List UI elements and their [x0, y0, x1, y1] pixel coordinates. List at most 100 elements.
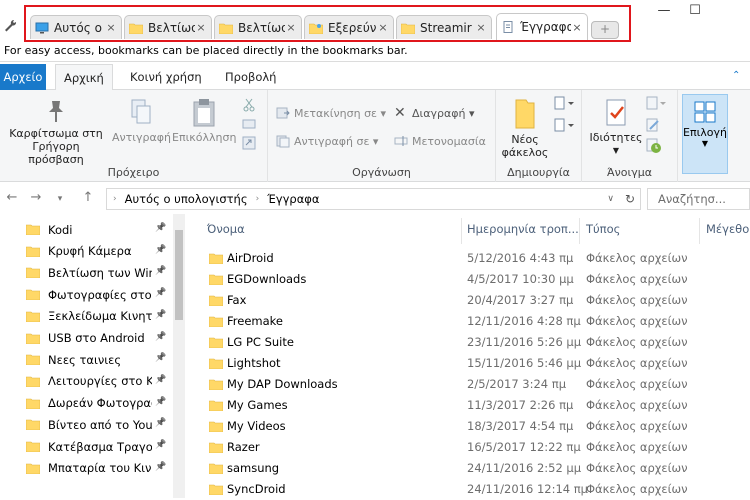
copy-button[interactable]: Αντιγραφή: [112, 98, 171, 144]
copy-path-icon[interactable]: [242, 118, 256, 130]
file-row[interactable]: Fax 20/4/2017 3:27 πμ Φάκελος αρχείων: [185, 290, 750, 311]
recent-chevron-down-icon[interactable]: ▾: [52, 194, 68, 204]
pin-icon[interactable]: 📌: [155, 353, 166, 363]
back-arrow-icon[interactable]: ←: [4, 190, 20, 205]
column-size[interactable]: Μέγεθο: [706, 222, 749, 236]
column-name[interactable]: Όνομα: [207, 222, 245, 236]
tab-folder-1[interactable]: Βελτίωσ ×: [124, 15, 212, 39]
close-icon[interactable]: ×: [195, 21, 207, 34]
pin-icon[interactable]: 📌: [155, 245, 166, 255]
tab-folder-2[interactable]: Βελτίωσ ×: [214, 15, 302, 39]
nav-scrollbar[interactable]: [173, 214, 185, 498]
scissors-icon[interactable]: [242, 98, 256, 112]
history-icon[interactable]: [646, 138, 662, 154]
file-type: Φάκελος αρχείων: [586, 398, 688, 412]
close-icon[interactable]: ×: [571, 21, 583, 34]
pin-icon[interactable]: 📌: [155, 332, 166, 342]
up-arrow-icon[interactable]: ↑: [80, 190, 96, 205]
nav-item[interactable]: Μπαταρία του Κινη: [26, 458, 166, 479]
pin-to-quick-access-button[interactable]: Καρφίτσωμα στη Γρήγορη πρόσβαση: [4, 98, 108, 166]
file-name: My Games: [227, 398, 288, 412]
copy-to-button[interactable]: Αντιγραφή σε ▾: [276, 134, 378, 148]
paste-label: Επικόλληση: [172, 131, 237, 144]
nav-item[interactable]: Δωρεάν Φωτογραφ: [26, 393, 166, 414]
maximize-button[interactable]: ☐: [672, 0, 718, 24]
pin-icon[interactable]: 📌: [155, 418, 166, 428]
tab-view[interactable]: Προβολή: [217, 64, 284, 90]
nav-item[interactable]: Λειτουργίες στο Κιν: [26, 371, 166, 392]
tab-share[interactable]: Κοινή χρήση: [122, 64, 210, 90]
file-row[interactable]: AirDroid 5/12/2016 4:43 πμ Φάκελος αρχείων: [185, 248, 750, 269]
file-row[interactable]: Freemake 12/11/2016 4:28 πμ Φάκελος αρχείω…: [185, 311, 750, 332]
rename-button[interactable]: Μετονομασία: [394, 134, 486, 148]
tab-home[interactable]: Αρχική: [55, 64, 113, 91]
paste-button[interactable]: Επικόλληση: [172, 98, 236, 144]
new-tab-button[interactable]: +: [591, 21, 619, 39]
column-divider[interactable]: [579, 218, 580, 244]
paste-shortcut-icon[interactable]: [242, 136, 256, 150]
pin-icon[interactable]: 📌: [155, 310, 166, 320]
file-row[interactable]: Razer 16/5/2017 12:22 πμ Φάκελος αρχείων: [185, 437, 750, 458]
column-type[interactable]: Τύπος: [586, 222, 620, 236]
nav-item[interactable]: Κρυφή Κάμερα: [26, 241, 166, 262]
tab-this-pc[interactable]: Αυτός ο ×: [30, 15, 122, 39]
folder-icon: [26, 289, 40, 301]
new-folder-button[interactable]: Νέος φάκελος: [500, 98, 550, 159]
scrollbar-thumb[interactable]: [175, 230, 183, 320]
column-divider[interactable]: [461, 218, 462, 244]
column-divider[interactable]: [699, 218, 700, 244]
close-icon[interactable]: ×: [377, 21, 389, 34]
nav-item[interactable]: Φωτογραφίες στο: [26, 284, 166, 305]
nav-item[interactable]: Ξεκλείδωμα Κινητο: [26, 306, 166, 327]
file-row[interactable]: My DAP Downloads 2/5/2017 3:24 πμ Φάκελος …: [185, 374, 750, 395]
open-icon[interactable]: [646, 96, 668, 110]
path-box[interactable]: › Αυτός ο υπολογιστής › Έγγραφα ∨ ↻: [106, 188, 641, 210]
refresh-icon[interactable]: ↻: [625, 192, 635, 206]
file-row[interactable]: samsung 24/11/2016 2:52 μμ Φάκελος αρχείων: [185, 458, 750, 479]
nav-item[interactable]: Νεες ταινιες: [26, 349, 166, 370]
tab-file[interactable]: Αρχείο: [0, 64, 46, 90]
pin-icon[interactable]: 📌: [155, 462, 166, 472]
close-icon[interactable]: ×: [105, 21, 117, 34]
file-type: Φάκελος αρχείων: [586, 377, 688, 391]
file-row[interactable]: My Games 11/3/2017 2:26 πμ Φάκελος αρχείων: [185, 395, 750, 416]
close-icon[interactable]: ×: [285, 21, 297, 34]
properties-button[interactable]: Ιδιότητες ▼: [588, 98, 644, 157]
forward-arrow-icon[interactable]: →: [28, 190, 44, 205]
column-date[interactable]: Ημερομηνία τροπ...: [467, 222, 579, 236]
nav-item[interactable]: Kodi: [26, 219, 166, 240]
search-input[interactable]: Αναζήτησ...: [647, 188, 750, 210]
tab-documents[interactable]: Έγγραφα ×: [496, 13, 588, 40]
close-icon[interactable]: ×: [475, 21, 487, 34]
nav-item[interactable]: USB στο Android: [26, 328, 166, 349]
pin-icon[interactable]: 📌: [155, 397, 166, 407]
file-row[interactable]: Lightshot 15/11/2016 5:46 μμ Φάκελος αρχεί…: [185, 353, 750, 374]
file-row[interactable]: SyncDroid 24/11/2016 12:14 πμ Φάκελος αρχε…: [185, 479, 750, 500]
file-row[interactable]: LG PC Suite 23/11/2016 5:26 μμ Φάκελος αρχ…: [185, 332, 750, 353]
chevron-down-icon[interactable]: ∨: [607, 194, 614, 204]
file-row[interactable]: My Videos 18/3/2017 4:54 πμ Φάκελος αρχείω…: [185, 416, 750, 437]
delete-button[interactable]: ✕ Διαγραφή ▾: [394, 106, 475, 120]
breadcrumb-this-pc[interactable]: Αυτός ο υπολογιστής: [125, 192, 248, 206]
easy-access-icon[interactable]: [554, 118, 576, 132]
new-folder-icon: [515, 99, 535, 129]
file-row[interactable]: EGDownloads 4/5/2017 10:30 μμ Φάκελος αρχε…: [185, 269, 750, 290]
tab-folder-3[interactable]: Εξερεύνη ×: [304, 15, 394, 39]
new-item-icon[interactable]: [554, 96, 576, 110]
pin-icon[interactable]: 📌: [155, 288, 166, 298]
move-to-button[interactable]: Μετακίνηση σε ▾: [276, 106, 386, 120]
pin-icon[interactable]: 📌: [155, 223, 166, 233]
tab-folder-4[interactable]: Streamir ×: [396, 15, 492, 39]
nav-item[interactable]: Βίντεο από το YouT: [26, 414, 166, 435]
nav-item[interactable]: Βελτίωση των Win: [26, 262, 166, 283]
tab-label: Βελτίωσ: [238, 20, 285, 35]
pin-icon[interactable]: 📌: [155, 375, 166, 385]
pin-icon[interactable]: 📌: [155, 266, 166, 276]
select-button[interactable]: Επιλογή ▼: [682, 94, 728, 174]
chevron-up-icon[interactable]: ⌃: [732, 70, 744, 82]
pin-icon[interactable]: 📌: [155, 440, 166, 450]
breadcrumb-documents[interactable]: Έγγραφα: [267, 192, 319, 206]
wrench-icon[interactable]: [2, 18, 18, 34]
edit-icon[interactable]: [646, 118, 660, 132]
nav-item[interactable]: Κατέβασμα Τραγου: [26, 436, 166, 457]
